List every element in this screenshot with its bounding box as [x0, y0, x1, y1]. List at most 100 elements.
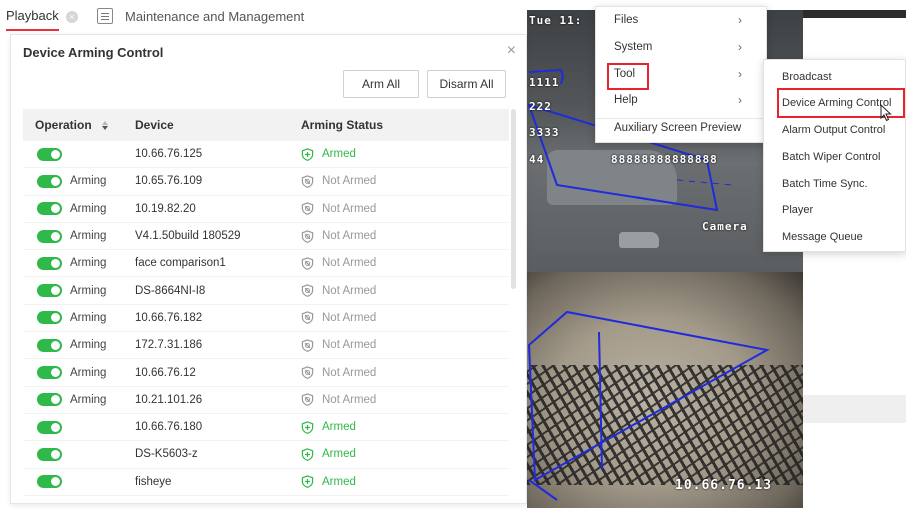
tool-submenu: Broadcast Device Arming Control Alarm Ou…: [763, 59, 906, 252]
operation-cell: Arming: [23, 229, 123, 243]
arm-all-button[interactable]: Arm All: [343, 70, 419, 98]
right-panel-band: [803, 395, 906, 423]
submenu-item-batch-wiper-control[interactable]: Batch Wiper Control: [764, 144, 906, 170]
arming-label: Arming: [70, 175, 107, 188]
arming-status: Not Armed: [289, 202, 509, 216]
osd-camera-ip: 10.66.76.13: [675, 478, 773, 493]
osd-text-5: 88888888888888: [611, 153, 718, 166]
column-operation[interactable]: Operation: [23, 118, 123, 132]
table-row: Arming V4.1.50build 180529 Not Armed: [23, 223, 509, 251]
osd-text-3: 3333: [529, 126, 560, 139]
tab-maintenance-label: Maintenance and Management: [125, 8, 305, 24]
osd-text-2: 222: [529, 100, 552, 113]
chevron-right-icon: ›: [738, 13, 742, 27]
osd-text-1: 1111: [529, 76, 560, 89]
device-name: 10.66.76.12: [135, 366, 196, 379]
submenu-item-message-queue[interactable]: Message Queue: [764, 224, 906, 250]
arming-label: Arming: [70, 284, 107, 297]
menu-item-tool[interactable]: Tool ›: [596, 61, 768, 90]
arming-toggle[interactable]: [37, 338, 62, 352]
arming-toggle[interactable]: [37, 366, 62, 380]
shield-check-icon: [301, 147, 314, 161]
arming-toggle[interactable]: [37, 284, 62, 298]
submenu-item-broadcast[interactable]: Broadcast: [764, 64, 906, 90]
table-row: Arming 10.21.101.26 Not Armed: [23, 387, 509, 414]
tab-maintenance[interactable]: Maintenance and Management: [97, 8, 304, 24]
arming-toggle[interactable]: [37, 447, 62, 461]
arming-toggle[interactable]: [37, 393, 62, 407]
table-row: 10.66.76.180 Armed: [23, 414, 509, 442]
table-row: DS-K5603-z Armed: [23, 441, 509, 469]
arming-status: Not Armed: [289, 311, 509, 325]
operation-cell: Arming: [23, 338, 123, 352]
device-name: face comparison1: [135, 257, 226, 270]
operation-cell: [23, 420, 123, 434]
arming-status: Armed: [289, 420, 509, 434]
shield-off-icon: [301, 366, 314, 380]
arming-status-text: Not Armed: [322, 230, 377, 243]
submenu-item-batch-time-sync[interactable]: Batch Time Sync.: [764, 171, 906, 197]
arming-status-text: Not Armed: [322, 366, 377, 379]
close-icon[interactable]: ×: [507, 42, 516, 60]
device-name: 10.66.76.125: [135, 148, 203, 161]
table-row: Arming 172.7.31.186 Not Armed: [23, 332, 509, 360]
column-device: Device: [135, 118, 174, 132]
device-name: 10.66.76.182: [135, 311, 203, 324]
menu-item-files[interactable]: Files ›: [596, 7, 768, 33]
arming-status: Armed: [289, 147, 509, 161]
arming-status: Armed: [289, 475, 509, 489]
dialog-title: Device Arming Control: [23, 45, 164, 60]
menu-item-auxiliary-screen-preview[interactable]: Auxiliary Screen Preview: [596, 115, 768, 141]
right-panel-header: [803, 10, 906, 18]
table-row: Arming 10.66.76.12 Not Armed: [23, 359, 509, 387]
menu-item-help[interactable]: Help ›: [596, 87, 768, 113]
device-arming-dialog: Device Arming Control × Arm All Disarm A…: [10, 34, 527, 504]
arming-status: Not Armed: [289, 175, 509, 188]
sort-icon[interactable]: [101, 120, 108, 130]
device-name: DS-8664NI-I8: [135, 284, 206, 297]
disarm-all-button[interactable]: Disarm All: [427, 70, 506, 98]
submenu-item-player[interactable]: Player: [764, 197, 906, 223]
tab-close-icon[interactable]: ×: [65, 10, 78, 23]
mouse-pointer-icon: [880, 104, 892, 122]
osd-time: Tue 11:: [529, 14, 583, 27]
arming-status-text: Not Armed: [322, 202, 377, 215]
tab-playback[interactable]: Playback ×: [6, 8, 78, 31]
shield-off-icon: [301, 229, 314, 243]
device-table: Operation Device Arming Status 10.66.76.…: [23, 109, 509, 496]
operation-cell: Arming: [23, 366, 123, 380]
arming-status: Not Armed: [289, 393, 509, 407]
menu-item-system[interactable]: System ›: [596, 34, 768, 60]
column-operation-label: Operation: [35, 118, 92, 132]
table-row: Arming face comparison1 Not Armed: [23, 250, 509, 278]
device-name: 10.66.76.180: [135, 421, 203, 434]
maintenance-icon: [97, 8, 113, 24]
device-name: fisheye: [135, 475, 172, 488]
operation-cell: Arming: [23, 311, 123, 325]
arming-toggle[interactable]: [37, 475, 62, 489]
arming-label: Arming: [70, 230, 107, 243]
arming-status-text: Not Armed: [322, 339, 377, 352]
arming-label: Arming: [70, 257, 107, 270]
table-scrollbar[interactable]: [511, 109, 516, 289]
arming-toggle[interactable]: [37, 256, 62, 270]
table-row: Arming 10.19.82.20 Not Armed: [23, 196, 509, 223]
table-row: fisheye Armed: [23, 469, 509, 496]
arming-toggle[interactable]: [37, 311, 62, 325]
table-row: Arming 10.65.76.109 Not Armed: [23, 168, 509, 196]
arming-toggle[interactable]: [37, 229, 62, 243]
shield-off-icon: [301, 175, 314, 188]
operation-cell: [23, 447, 123, 461]
operation-cell: Arming: [23, 256, 123, 270]
arming-toggle[interactable]: [37, 147, 62, 161]
arming-toggle[interactable]: [37, 202, 62, 216]
arming-status-text: Armed: [322, 448, 356, 461]
operation-cell: Arming: [23, 393, 123, 407]
arming-toggle[interactable]: [37, 420, 62, 434]
arming-toggle[interactable]: [37, 174, 62, 188]
arming-status-text: Armed: [322, 148, 356, 161]
operation-cell: Arming: [23, 284, 123, 298]
arming-status: Not Armed: [289, 339, 509, 352]
table-row: 10.66.76.125 Armed: [23, 141, 509, 169]
column-arming-status: Arming Status: [301, 118, 384, 132]
